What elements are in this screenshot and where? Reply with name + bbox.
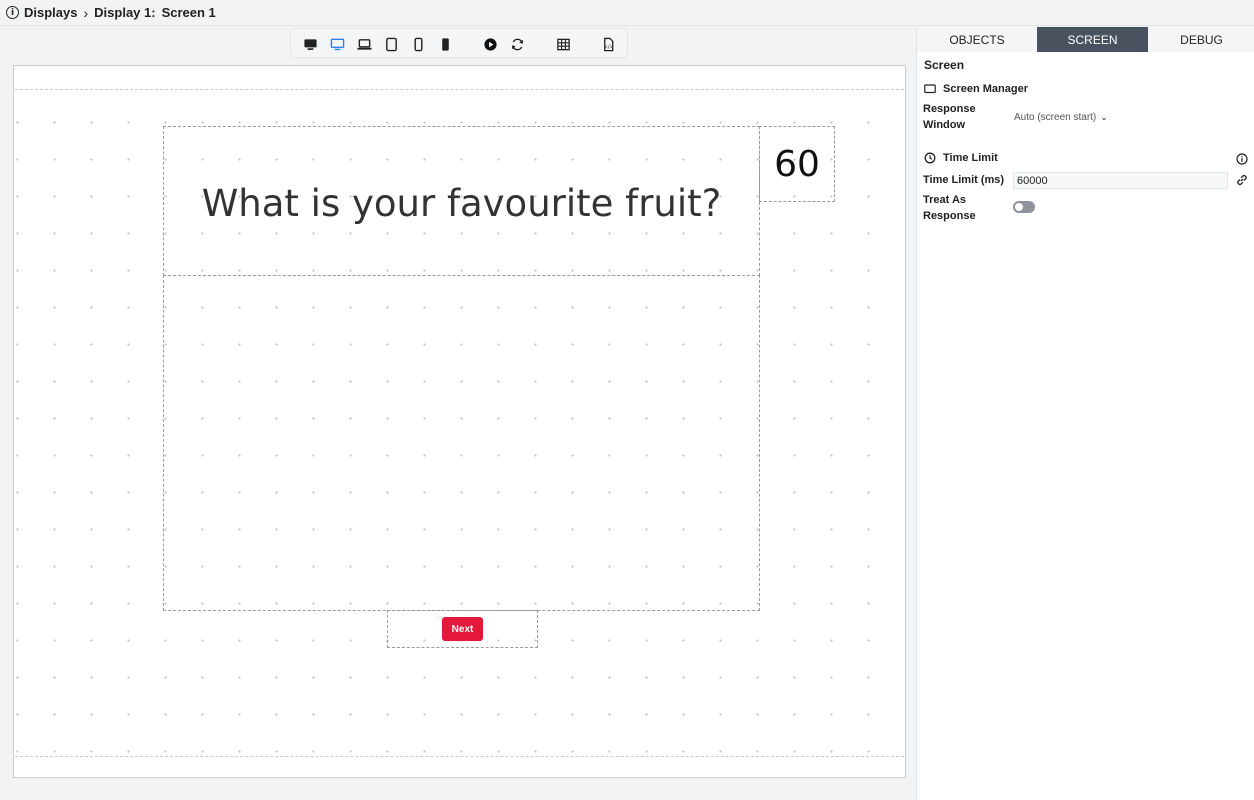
response-window-select[interactable]: Auto (screen start) ⌄: [1014, 109, 1133, 125]
next-button[interactable]: Next: [442, 617, 483, 641]
question-object[interactable]: What is your favourite fruit?: [163, 126, 760, 276]
laptop-icon[interactable]: [356, 36, 372, 52]
refresh-icon[interactable]: [509, 36, 525, 52]
device-toolbar: </>: [290, 28, 628, 58]
response-window-value: Auto (screen start): [1014, 111, 1097, 123]
time-limit-input[interactable]: 60000: [1013, 172, 1228, 189]
screen-canvas[interactable]: What is your favourite fruit? 60 Next: [13, 65, 906, 778]
clock-icon: [924, 152, 936, 164]
svg-text:</>: </>: [603, 44, 613, 50]
tab-debug[interactable]: DEBUG: [1148, 27, 1254, 52]
tablet-icon[interactable]: [383, 36, 399, 52]
phone-filled-icon[interactable]: [437, 36, 453, 52]
properties-panel: OBJECTS SCREEN DEBUG Screen Screen Manag…: [916, 27, 1254, 800]
workspace: </> What is your favourite fruit? 60 Nex…: [6, 27, 914, 800]
breadcrumb-screen: Screen 1: [161, 5, 216, 20]
breadcrumb: i Displays › Display 1: Screen 1: [0, 0, 1254, 26]
info-icon[interactable]: [1236, 153, 1248, 165]
screen-manager-label: Screen Manager: [943, 83, 1028, 95]
info-icon[interactable]: i: [6, 6, 19, 19]
answer-object[interactable]: [163, 275, 760, 611]
time-limit-heading: Time Limit: [924, 152, 998, 164]
phone-icon[interactable]: [410, 36, 426, 52]
timer-object[interactable]: 60: [759, 126, 835, 202]
panel-tabs: OBJECTS SCREEN DEBUG: [917, 27, 1254, 52]
link-icon[interactable]: [1235, 173, 1249, 187]
treat-as-response-label: Treat As Response: [923, 194, 976, 222]
question-text: What is your favourite fruit?: [201, 181, 722, 225]
screen-icon: [924, 84, 936, 94]
breadcrumb-displays[interactable]: Displays: [24, 5, 77, 20]
next-button-object[interactable]: Next: [387, 610, 538, 648]
chevron-right-icon: ›: [83, 4, 89, 21]
file-code-icon[interactable]: </>: [600, 36, 616, 52]
tab-objects[interactable]: OBJECTS: [917, 27, 1037, 52]
treat-as-response-toggle[interactable]: [1013, 201, 1035, 213]
monitor-icon[interactable]: [329, 36, 345, 52]
chevron-down-icon: ⌄: [1100, 111, 1108, 122]
timer-text: 60: [774, 143, 820, 185]
response-window-label: Response Window: [923, 103, 976, 131]
tab-screen[interactable]: SCREEN: [1037, 27, 1148, 52]
time-limit-label: Time Limit (ms): [923, 174, 1005, 186]
screen-manager-heading: Screen Manager: [924, 83, 1028, 95]
canvas-grid[interactable]: What is your favourite fruit? 60 Next: [15, 89, 904, 757]
desktop-icon[interactable]: [302, 36, 318, 52]
time-limit-heading-label: Time Limit: [943, 152, 998, 164]
panel-title: Screen: [924, 58, 965, 72]
grid-icon[interactable]: [555, 36, 571, 52]
breadcrumb-display[interactable]: Display 1:: [94, 5, 155, 20]
play-icon[interactable]: [482, 36, 498, 52]
